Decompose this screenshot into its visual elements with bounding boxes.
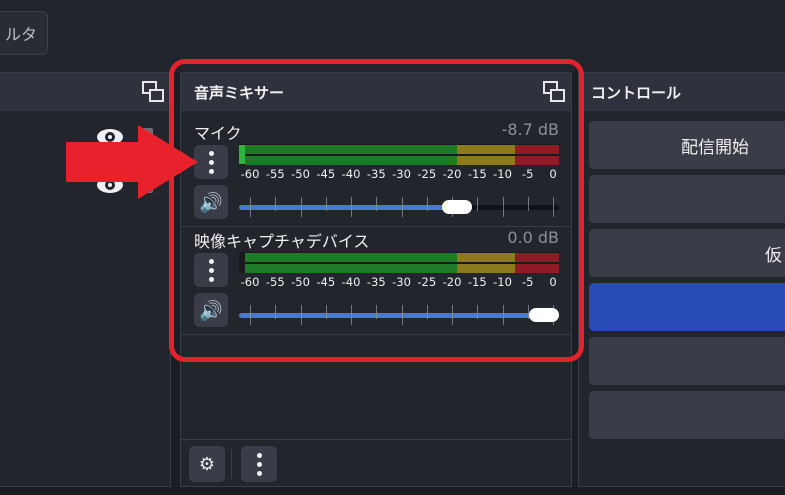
control-button-label: 配信開始 [681, 137, 749, 158]
gear-icon: ⚙ [198, 453, 216, 475]
advanced-audio-settings-button[interactable]: ⚙ [189, 446, 225, 482]
control-button[interactable] [589, 175, 785, 223]
control-button[interactable] [589, 391, 785, 439]
mixer-footer-divider [181, 439, 571, 440]
control-button[interactable]: 配信開始 [589, 121, 785, 169]
highlight-box [169, 59, 584, 362]
controls-header: コントロール [579, 73, 785, 111]
sources-panel-header [0, 73, 170, 111]
pointer-arrow-icon [66, 125, 198, 199]
controls-title: コントロール [591, 83, 682, 102]
mixer-menu-button[interactable] [241, 446, 277, 482]
more-vertical-icon [256, 452, 262, 476]
controls-panel: コントロール 配信開始仮 [578, 72, 785, 487]
undock-icon[interactable] [142, 81, 164, 103]
control-button-label: 仮 [765, 245, 782, 266]
control-button[interactable]: 仮 [589, 229, 785, 277]
control-button[interactable] [589, 283, 785, 331]
control-button[interactable] [589, 337, 785, 385]
toolbar-divider [231, 449, 232, 479]
filter-button[interactable]: ルタ [0, 11, 48, 55]
